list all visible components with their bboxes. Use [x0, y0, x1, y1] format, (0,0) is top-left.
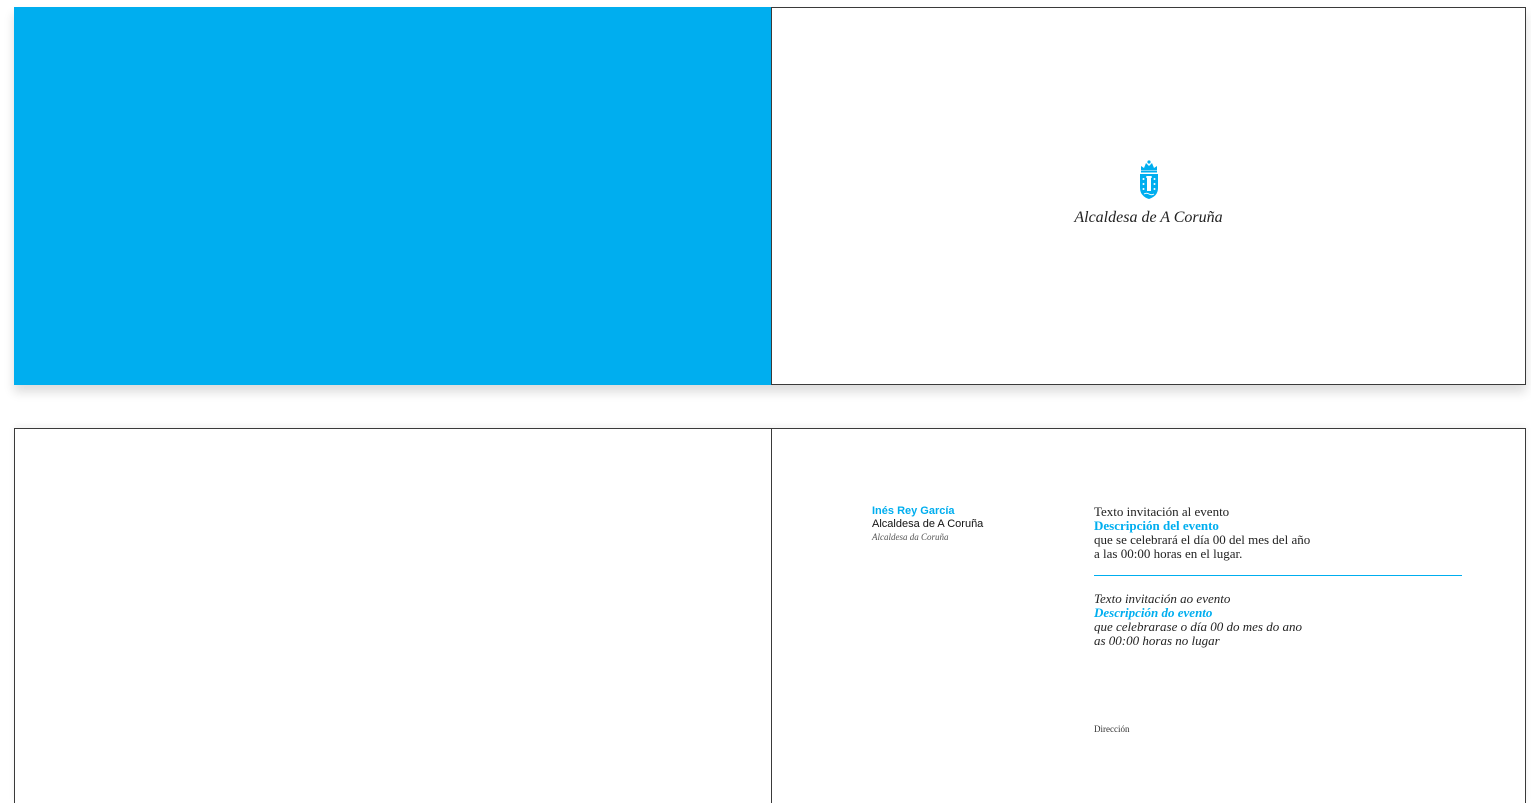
event-time-line: a las 00:00 horas en el lugar. [1094, 546, 1243, 561]
sender-name: Inés Rey García [872, 505, 955, 517]
sender-block: Inés Rey García Alcaldesa de A Coruña Al… [872, 505, 983, 544]
front-cover-panel: Alcaldesa de A Coruña [771, 7, 1526, 385]
event-time-line-galician: as 00:00 horas no lugar [1094, 633, 1220, 648]
card-inner-spread: Inés Rey García Alcaldesa de A Coruña Al… [14, 428, 1526, 803]
back-cover-panel [14, 7, 771, 385]
language-divider [1094, 575, 1462, 576]
invitation-text: Texto invitación al evento Descripción d… [1094, 505, 1462, 648]
cover-title: Alcaldesa de A Coruña [1074, 209, 1223, 226]
event-date-line: que se celebrará el día 00 del mes del a… [1094, 532, 1311, 547]
inner-left-panel [14, 428, 771, 803]
card-outer-spread: Alcaldesa de A Coruña [14, 7, 1526, 385]
event-description-galician: Descripción do evento [1094, 605, 1213, 620]
sender-role-galician: Alcaldesa da Coruña [872, 532, 949, 542]
invitation-galician: Texto invitación ao evento Descripción d… [1094, 592, 1462, 648]
sender-role: Alcaldesa de A Coruña [872, 518, 984, 530]
address-label: Dirección [1094, 724, 1130, 734]
invitation-intro: Texto invitación al evento [1094, 504, 1230, 519]
invitation-spanish: Texto invitación al evento Descripción d… [1094, 505, 1462, 561]
inner-right-panel: Inés Rey García Alcaldesa de A Coruña Al… [771, 428, 1526, 803]
event-date-line-galician: que celebrarase o día 00 do mes do ano [1094, 619, 1302, 634]
coat-of-arms-icon [1139, 160, 1158, 199]
cover-crest-block: Alcaldesa de A Coruña [772, 160, 1525, 227]
invitation-intro-galician: Texto invitación ao evento [1094, 591, 1231, 606]
event-description: Descripción del evento [1094, 518, 1219, 533]
